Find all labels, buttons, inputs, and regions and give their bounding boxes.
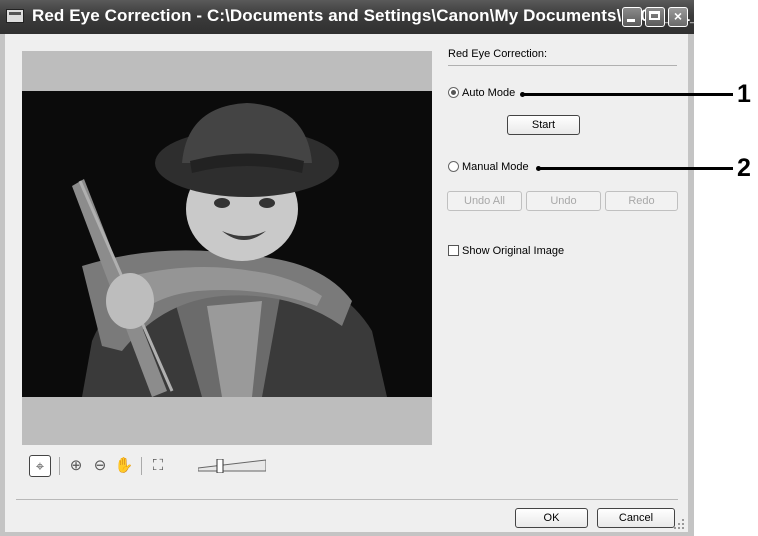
title-bar[interactable]: Red Eye Correction - C:\Documents and Se… bbox=[0, 0, 758, 34]
footer-divider bbox=[16, 499, 678, 500]
callout-2-number: 2 bbox=[737, 154, 751, 182]
undo-button[interactable]: Undo bbox=[526, 191, 601, 211]
zoom-slider[interactable] bbox=[197, 458, 267, 474]
minimize-button[interactable] bbox=[622, 7, 642, 27]
manual-mode-label: Manual Mode bbox=[462, 161, 529, 173]
callout-2-line bbox=[539, 167, 733, 170]
show-original-checkbox[interactable]: Show Original Image bbox=[448, 245, 564, 257]
fit-to-window-icon[interactable]: ⛶ bbox=[147, 455, 169, 477]
zoom-out-icon[interactable]: ⊖ bbox=[89, 455, 111, 477]
red-eye-section-title: Red Eye Correction: bbox=[448, 48, 548, 60]
photo-child-with-hat[interactable] bbox=[22, 91, 432, 397]
show-original-label: Show Original Image bbox=[462, 245, 565, 257]
manual-mode-radio[interactable]: Manual Mode bbox=[448, 161, 529, 173]
maximize-button[interactable] bbox=[645, 7, 665, 27]
start-button[interactable]: Start bbox=[507, 115, 580, 135]
app-window-icon bbox=[6, 9, 24, 23]
radio-selected-icon bbox=[448, 87, 459, 98]
red-eye-correction-window: Red Eye Correction - C:\Documents and Se… bbox=[0, 0, 758, 536]
zoom-in-icon[interactable]: ⊕ bbox=[65, 455, 87, 477]
hand-pan-icon[interactable]: ✋ bbox=[113, 455, 135, 477]
callout-1-number: 1 bbox=[737, 80, 751, 108]
cancel-button[interactable]: Cancel bbox=[597, 508, 675, 528]
redo-button[interactable]: Redo bbox=[605, 191, 678, 211]
callout-1-line bbox=[523, 93, 733, 96]
select-tool-icon[interactable]: ⌖ bbox=[29, 455, 51, 477]
section-divider bbox=[448, 65, 677, 66]
checkbox-unchecked-icon bbox=[448, 245, 459, 256]
resize-grip-icon[interactable] bbox=[673, 518, 685, 530]
dialog-client-area: ⌖ ⊕ ⊖ ✋ ⛶ Red Eye Correction: Auto Mode … bbox=[5, 34, 688, 532]
toolbar-divider bbox=[59, 457, 60, 475]
undo-all-button[interactable]: Undo All bbox=[447, 191, 522, 211]
auto-mode-radio[interactable]: Auto Mode bbox=[448, 87, 515, 99]
toolbar-divider bbox=[141, 457, 142, 475]
image-preview-area[interactable] bbox=[22, 51, 432, 445]
radio-unselected-icon bbox=[448, 161, 459, 172]
ok-button[interactable]: OK bbox=[515, 508, 588, 528]
close-button[interactable]: × bbox=[668, 7, 688, 27]
auto-mode-label: Auto Mode bbox=[462, 87, 516, 99]
